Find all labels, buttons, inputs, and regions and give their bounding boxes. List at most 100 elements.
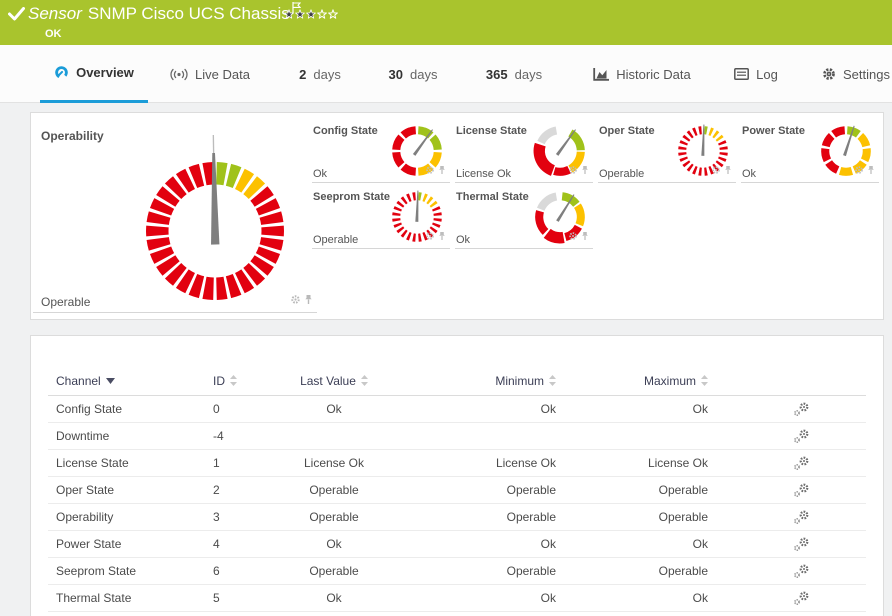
pin-icon[interactable] xyxy=(724,162,732,180)
channel-gauge-tile-operability[interactable]: Operability Operable xyxy=(33,121,317,313)
cell-minimum: Operable xyxy=(382,510,556,524)
gear-icon[interactable] xyxy=(290,292,301,310)
cell-channel: Thermal State xyxy=(56,591,213,605)
table-row: Config State0OkOkOk xyxy=(48,396,866,423)
channel-gauge-tile-thermal-state[interactable]: Thermal State Ok xyxy=(455,189,593,249)
tab-overview[interactable]: Overview xyxy=(40,45,148,103)
gear-icon[interactable] xyxy=(568,228,578,246)
channel-settings-icon[interactable] xyxy=(791,591,817,606)
tab-label: days xyxy=(410,67,437,82)
channel-settings-icon[interactable] xyxy=(791,510,817,525)
sort-icon xyxy=(361,375,368,386)
column-header-last-value[interactable]: Last Value xyxy=(286,374,382,388)
channel-name-label: License State xyxy=(456,125,527,137)
channel-settings-icon[interactable] xyxy=(791,429,817,444)
tab-365-days[interactable]: 365 days xyxy=(476,45,552,103)
tab-historic-data[interactable]: Historic Data xyxy=(586,45,698,103)
star-icon[interactable] xyxy=(306,6,316,24)
column-header-id[interactable]: ID xyxy=(213,374,286,388)
cell-id: -4 xyxy=(213,429,286,443)
channel-name-label: Operability xyxy=(41,129,104,143)
gear-icon[interactable] xyxy=(425,162,435,180)
pin-icon[interactable] xyxy=(438,228,446,246)
channel-gauge-tile-oper-state[interactable]: Oper State Operable xyxy=(598,123,736,183)
column-header-minimum[interactable]: Minimum xyxy=(382,374,556,388)
channel-value: Operable xyxy=(313,234,358,246)
priority-stars[interactable] xyxy=(284,6,338,24)
sensor-status-header: SensorSNMP Cisco UCS Chassis OK xyxy=(0,0,892,45)
cell-minimum: Ok xyxy=(382,537,556,551)
channel-settings-icon[interactable] xyxy=(791,402,817,417)
cell-last-value: Ok xyxy=(286,537,382,551)
settings-gear-icon xyxy=(822,67,836,81)
sort-desc-icon xyxy=(106,378,115,384)
star-icon[interactable] xyxy=(284,6,294,24)
column-label: ID xyxy=(213,374,225,388)
prtg-sensor-page: SensorSNMP Cisco UCS Chassis OK Overview… xyxy=(0,0,892,616)
table-row: Downtime-4 xyxy=(48,423,866,450)
column-header-channel[interactable]: Channel xyxy=(56,374,213,388)
tab-settings[interactable]: Settings xyxy=(818,45,892,103)
gear-icon[interactable] xyxy=(425,228,435,246)
tab-label: Live Data xyxy=(195,67,250,82)
cell-channel: Config State xyxy=(56,402,213,416)
tab-label: Settings xyxy=(843,67,890,82)
table-row: Power State4OkOkOk xyxy=(48,531,866,558)
log-icon xyxy=(734,68,749,80)
pin-icon[interactable] xyxy=(581,228,589,246)
star-icon[interactable] xyxy=(317,6,327,24)
cell-channel: License State xyxy=(56,456,213,470)
cell-id: 3 xyxy=(213,510,286,524)
channel-table-header: Channel ID Last Value Minimum Maximum xyxy=(48,366,866,396)
sort-icon xyxy=(701,375,708,386)
cell-id: 0 xyxy=(213,402,286,416)
channel-name-label: Oper State xyxy=(599,125,655,137)
column-label: Minimum xyxy=(495,374,544,388)
gauges-panel: Operability Operable Config State Ok Lic… xyxy=(30,112,884,320)
tab-live-data[interactable]: Live Data xyxy=(158,45,262,103)
tab-2-days[interactable]: 2days xyxy=(288,45,352,103)
tab-log[interactable]: Log xyxy=(728,45,784,103)
column-header-maximum[interactable]: Maximum xyxy=(556,374,708,388)
gauge-icon xyxy=(54,65,69,80)
channel-gauge-tile-power-state[interactable]: Power State Ok xyxy=(741,123,879,183)
pin-icon[interactable] xyxy=(581,162,589,180)
channel-settings-icon[interactable] xyxy=(791,564,817,579)
cell-maximum: Operable xyxy=(556,483,708,497)
chart-icon xyxy=(593,68,609,81)
column-label: Channel xyxy=(56,374,101,388)
star-icon[interactable] xyxy=(295,6,305,24)
pin-icon[interactable] xyxy=(867,162,875,180)
sensor-name: SNMP Cisco UCS Chassis xyxy=(88,4,290,23)
cell-id: 1 xyxy=(213,456,286,470)
gear-icon[interactable] xyxy=(854,162,864,180)
channel-name-label: Seeprom State xyxy=(313,191,390,203)
tab-label: days xyxy=(515,67,542,82)
channel-gauge-tile-config-state[interactable]: Config State Ok xyxy=(312,123,450,183)
cell-channel: Seeprom State xyxy=(56,564,213,578)
gear-icon[interactable] xyxy=(711,162,721,180)
pin-icon[interactable] xyxy=(304,292,313,310)
cell-last-value: Operable xyxy=(286,510,382,524)
cell-last-value: Ok xyxy=(286,591,382,605)
tab-30-days[interactable]: 30days xyxy=(380,45,446,103)
tab-number: 365 xyxy=(486,67,508,82)
cell-maximum: Ok xyxy=(556,537,708,551)
cell-maximum: Ok xyxy=(556,402,708,416)
channel-name-label: Power State xyxy=(742,125,805,137)
check-icon xyxy=(8,7,25,26)
pin-icon[interactable] xyxy=(438,162,446,180)
channel-gauge-tile-license-state[interactable]: License State License Ok xyxy=(455,123,593,183)
cell-minimum: Ok xyxy=(382,591,556,605)
tab-label: Log xyxy=(756,67,778,82)
star-icon[interactable] xyxy=(328,6,338,24)
channel-settings-icon[interactable] xyxy=(791,537,817,552)
gear-icon[interactable] xyxy=(568,162,578,180)
channel-settings-icon[interactable] xyxy=(791,483,817,498)
operability-gauge-dial xyxy=(140,156,290,306)
cell-maximum: Operable xyxy=(556,510,708,524)
cell-minimum: Ok xyxy=(382,402,556,416)
channel-gauge-tile-seeprom-state[interactable]: Seeprom State Operable xyxy=(312,189,450,249)
live-data-icon xyxy=(170,68,188,81)
channel-settings-icon[interactable] xyxy=(791,456,817,471)
